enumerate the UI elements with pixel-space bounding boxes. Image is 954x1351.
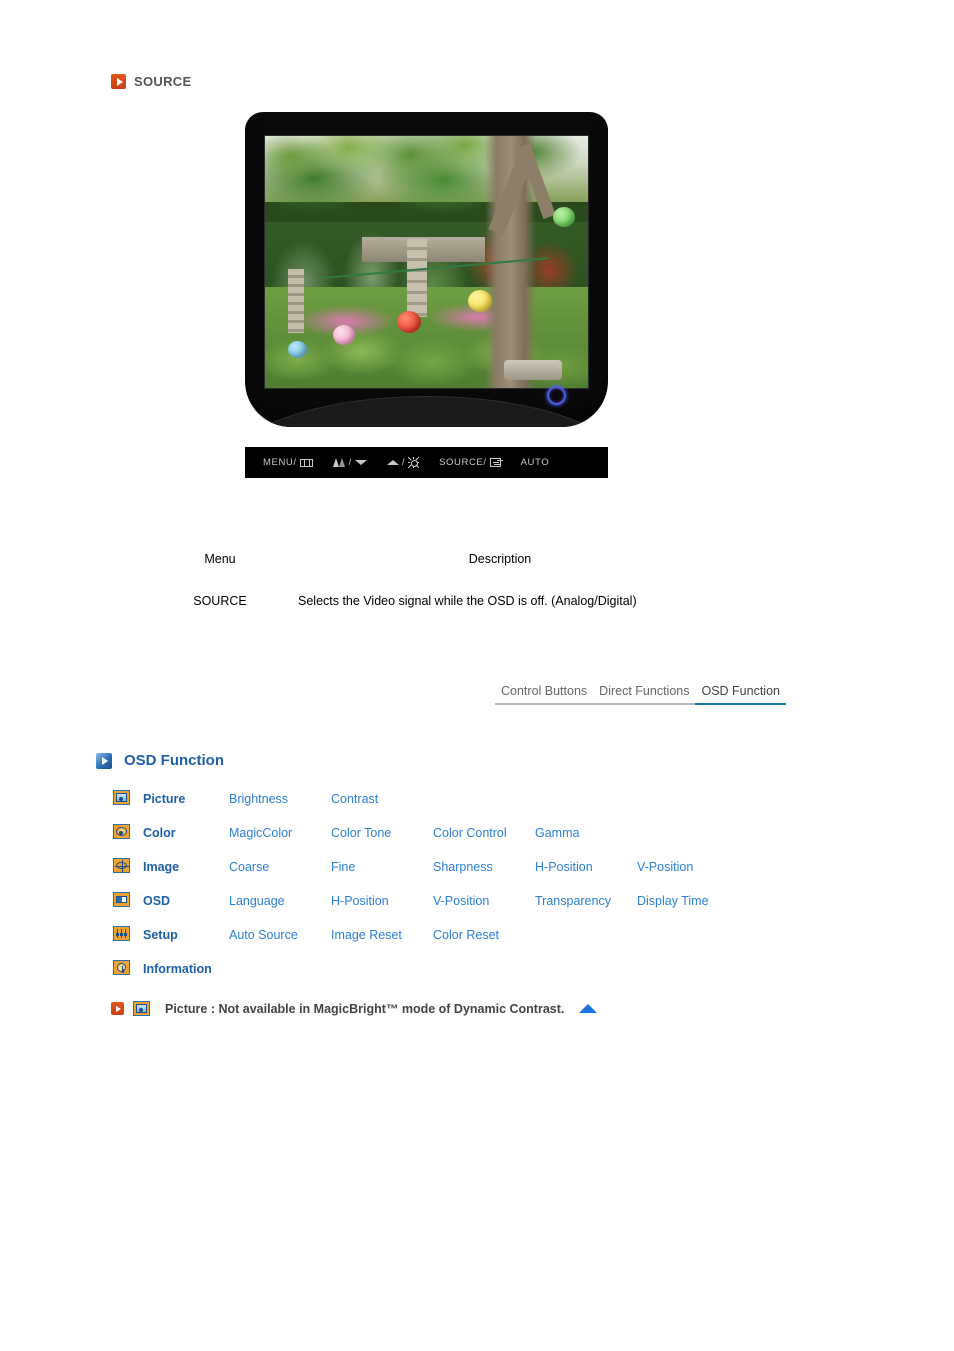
table-row: SOURCE Selects the Video signal while th…	[150, 594, 710, 608]
tab-direct-functions[interactable]: Direct Functions	[593, 684, 696, 705]
osd-category-picture[interactable]: Picture	[143, 792, 185, 806]
osd-item-magiccolor[interactable]: MagicColor	[229, 826, 292, 840]
osd-function-menu-table: Picture Brightness Contrast Color MagicC…	[113, 790, 739, 994]
osd-item-gamma[interactable]: Gamma	[535, 826, 579, 840]
source-enter-button[interactable]: SOURCE/	[439, 457, 501, 468]
monitor-screen	[265, 136, 588, 388]
enter-icon	[489, 458, 501, 467]
osd-category-osd[interactable]: OSD	[143, 894, 170, 908]
brightness-sun-icon	[408, 457, 419, 468]
footnote-note: Picture : Not available in MagicBright™ …	[111, 1001, 598, 1016]
auto-button[interactable]: AUTO	[521, 457, 550, 468]
image-icon	[113, 858, 130, 873]
osd-item-coarse[interactable]: Coarse	[229, 860, 269, 874]
osd-item-image-reset[interactable]: Image Reset	[331, 928, 402, 942]
screen-photo-garden-lanterns	[265, 136, 588, 388]
magicbright-icon	[332, 458, 346, 467]
source-button-label: SOURCE/	[439, 457, 487, 468]
osd-item-sharpness[interactable]: Sharpness	[433, 860, 493, 874]
osd-function-title: OSD Function	[124, 752, 224, 769]
power-indicator-led[interactable]	[547, 386, 566, 405]
source-section-heading: SOURCE	[111, 74, 191, 89]
cell-menu-description: Selects the Video signal while the OSD i…	[298, 594, 637, 608]
osd-category-setup[interactable]: Setup	[143, 928, 178, 942]
blue-arrow-bullet-icon	[96, 752, 112, 769]
osd-row-picture: Picture Brightness Contrast	[113, 790, 739, 824]
monitor-bezel	[245, 112, 608, 427]
back-to-top-arrow-icon[interactable]	[579, 1004, 598, 1013]
tab-osd-function[interactable]: OSD Function	[695, 684, 786, 705]
up-brightness-button[interactable]: /	[386, 457, 419, 468]
menu-button[interactable]: MENU/	[263, 457, 313, 468]
osd-item-color-reset[interactable]: Color Reset	[433, 928, 499, 942]
osd-row-osd: OSD Language H-Position V-Position Trans…	[113, 892, 739, 926]
down-arrow-icon	[354, 460, 367, 465]
osd-item-h-position[interactable]: H-Position	[535, 860, 593, 874]
picture-icon	[133, 1001, 150, 1016]
osd-row-image: Image Coarse Fine Sharpness H-Position V…	[113, 858, 739, 892]
osd-row-color: Color MagicColor Color Tone Color Contro…	[113, 824, 739, 858]
osd-item-color-tone[interactable]: Color Tone	[331, 826, 391, 840]
osd-item-v-position[interactable]: V-Position	[637, 860, 693, 874]
separator-slash: /	[401, 457, 406, 468]
osd-item-fine[interactable]: Fine	[331, 860, 355, 874]
osd-category-image[interactable]: Image	[143, 860, 179, 874]
osd-item-color-control[interactable]: Color Control	[433, 826, 507, 840]
cell-menu-name: SOURCE	[193, 594, 247, 608]
osd-row-setup: Setup Auto Source Image Reset Color Rese…	[113, 926, 739, 960]
section-tabs: Control Buttons Direct Functions OSD Fun…	[495, 684, 786, 705]
orange-arrow-bullet-icon	[111, 74, 126, 89]
auto-button-label: AUTO	[520, 457, 550, 468]
osd-item-v-position[interactable]: V-Position	[433, 894, 489, 908]
osd-category-information[interactable]: Information	[143, 962, 212, 976]
menu-description-table: Menu Description SOURCE Selects the Vide…	[150, 552, 710, 608]
footnote-text: Picture : Not available in MagicBright™ …	[165, 1001, 565, 1016]
column-header-menu: Menu	[204, 552, 236, 566]
tab-control-buttons[interactable]: Control Buttons	[495, 684, 594, 705]
osd-row-information: Information	[113, 960, 739, 994]
color-palette-icon	[113, 824, 130, 839]
osd-item-contrast[interactable]: Contrast	[331, 792, 378, 806]
column-header-description: Description	[468, 552, 532, 566]
information-clock-icon	[113, 960, 130, 975]
osd-item-transparency[interactable]: Transparency	[535, 894, 611, 908]
menu-button-label: MENU/	[263, 457, 297, 468]
osd-item-h-position[interactable]: H-Position	[331, 894, 389, 908]
orange-arrow-bullet-icon	[111, 1002, 124, 1015]
monitor-illustration	[245, 112, 608, 427]
separator-slash: /	[348, 457, 352, 468]
osd-item-language[interactable]: Language	[229, 894, 285, 908]
osd-function-heading: OSD Function	[96, 752, 224, 769]
osd-category-color[interactable]: Color	[143, 826, 176, 840]
magicbright-down-button[interactable]: /	[332, 457, 367, 468]
monitor-control-button-bar: MENU/ / / SOURCE/ AUTO	[245, 447, 608, 478]
osd-item-auto-source[interactable]: Auto Source	[229, 928, 298, 942]
setup-sliders-icon	[113, 926, 130, 941]
osd-item-display-time[interactable]: Display Time	[637, 894, 709, 908]
page-title: SOURCE	[134, 74, 192, 89]
osd-icon	[113, 892, 130, 907]
osd-menu-icon	[299, 458, 313, 467]
up-arrow-icon	[386, 460, 399, 465]
osd-item-brightness[interactable]: Brightness	[229, 792, 288, 806]
picture-icon	[113, 790, 130, 805]
table-header-row: Menu Description	[150, 552, 710, 594]
